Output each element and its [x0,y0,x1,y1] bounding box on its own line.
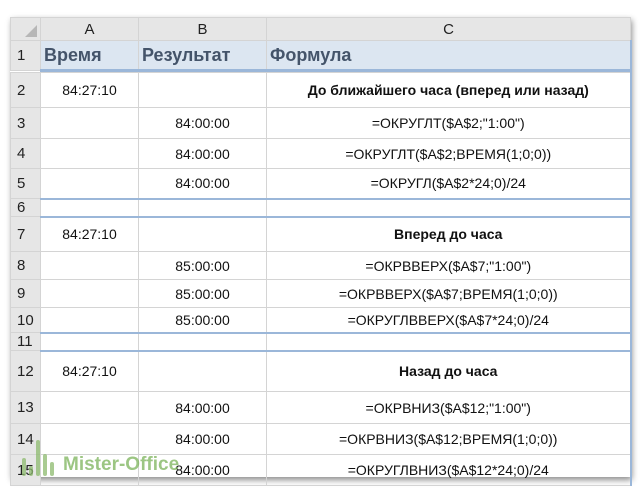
cell-c[interactable]: =ОКРУГЛВНИЗ($A$12*24;0)/24 [266,454,632,486]
column-header-a[interactable]: A [40,17,139,41]
row-header[interactable]: 4 [10,138,41,169]
cell-c[interactable]: =ОКРВНИЗ($A$12;ВРЕМЯ(1;0;0)) [266,423,632,455]
cell-b[interactable]: 84:00:00 [138,168,267,199]
data-rows: 2 84:27:10 До ближайшего часа (вперед или … [10,72,632,486]
cell-b[interactable]: 84:00:00 [138,391,267,424]
cell-c[interactable]: =ОКРУГЛТ($A$2;ВРЕМЯ(1;0;0)) [266,138,632,169]
cell-c[interactable]: =ОКРВВЕРХ($A$7;"1:00") [266,251,632,280]
row-header[interactable]: 1 [10,40,41,71]
row-header[interactable]: 9 [10,279,41,308]
table-row: 4 84:00:00 =ОКРУГЛТ($A$2;ВРЕМЯ(1;0;0)) [10,138,632,169]
cell-a[interactable] [40,391,139,424]
cell-a[interactable]: 84:27:10 [40,349,139,392]
cell-b[interactable]: 85:00:00 [138,279,267,308]
cell-b[interactable]: 84:00:00 [138,138,267,169]
cell-b[interactable]: 85:00:00 [138,251,267,280]
cell-b[interactable] [138,331,267,351]
cell-b[interactable] [138,215,267,252]
table-row: 6 [10,197,632,217]
table-row: 1 Время Результат Формула [10,40,632,72]
column-header-b[interactable]: B [138,17,267,41]
cell-a[interactable] [40,168,139,199]
spreadsheet: A B C 1 Время Результат Формула 2 84:27:1… [10,17,632,486]
row-header[interactable]: 3 [10,107,41,139]
table-row: 3 84:00:00 =ОКРУГЛТ($A$2;"1:00") [10,107,632,139]
cell-b[interactable]: 85:00:00 [138,307,267,333]
header-cell-result[interactable]: Результат [138,40,267,72]
cell-a[interactable] [40,138,139,169]
table-row: 5 84:00:00 =ОКРУГЛ($A$2*24;0)/24 [10,168,632,199]
cell-a[interactable] [40,331,139,351]
row-header[interactable]: 12 [10,350,41,392]
table-row: 12 84:27:10 Назад до часа [10,349,632,392]
cell-a[interactable] [40,197,139,217]
table-row: 2 84:27:10 До ближайшего часа (вперед или … [10,72,632,108]
cell-c[interactable]: =ОКРУГЛ($A$2*24;0)/24 [266,168,632,199]
cell-c[interactable]: =ОКРУГЛВВЕРХ($A$7*24;0)/24 [266,307,632,333]
row-header[interactable]: 5 [10,168,41,199]
cell-a[interactable]: 84:27:10 [40,72,139,108]
column-headers: A B C [10,17,631,41]
row-header[interactable]: 11 [10,332,41,351]
watermark-text: Mister-Office [63,454,180,475]
cell-c[interactable]: Вперед до часа [266,215,632,252]
table-row: 10 85:00:00 =ОКРУГЛВВЕРХ($A$7*24;0)/24 [10,307,632,333]
cell-b[interactable] [138,197,267,217]
cell-a[interactable]: 84:27:10 [40,215,139,252]
cell-a[interactable] [40,307,139,333]
cell-c[interactable] [266,197,632,217]
cell-c[interactable]: =ОКРВВЕРХ($A$7;ВРЕМЯ(1;0;0)) [266,279,632,308]
row-header[interactable]: 2 [10,72,41,108]
select-all-button[interactable] [10,17,41,41]
header-cell-formula[interactable]: Формула [266,40,632,72]
row-header[interactable]: 13 [10,391,41,424]
cell-c[interactable]: =ОКРВНИЗ($A$12;"1:00") [266,391,632,424]
mister-office-logo: Mister-Office [22,440,179,476]
cell-c[interactable]: Назад до часа [266,349,632,392]
row-header[interactable]: 7 [10,216,41,252]
row-header[interactable]: 6 [10,198,41,217]
grid: A B C 1 Время Результат Формула [10,17,632,72]
row-header[interactable]: 8 [10,251,41,280]
cell-a[interactable] [40,251,139,280]
cell-a[interactable] [40,107,139,139]
table-row: 9 85:00:00 =ОКРВВЕРХ($A$7;ВРЕМЯ(1;0;0)) [10,279,632,308]
table-row: 13 84:00:00 =ОКРВНИЗ($A$12;"1:00") [10,391,632,424]
cell-b[interactable]: 84:00:00 [138,107,267,139]
cell-b[interactable] [138,72,267,108]
cell-b[interactable] [138,349,267,392]
header-cell-time[interactable]: Время [40,40,139,72]
row-header[interactable]: 10 [10,307,41,333]
cell-a[interactable] [40,279,139,308]
table-row: 8 85:00:00 =ОКРВВЕРХ($A$7;"1:00") [10,251,632,280]
table-row: 11 [10,331,632,351]
cell-c[interactable]: =ОКРУГЛТ($A$2;"1:00") [266,107,632,139]
cell-c[interactable] [266,331,632,351]
column-header-c[interactable]: C [266,17,631,41]
table-row: 7 84:27:10 Вперед до часа [10,215,632,252]
cell-c[interactable]: До ближайшего часа (вперед или назад) [266,72,632,108]
